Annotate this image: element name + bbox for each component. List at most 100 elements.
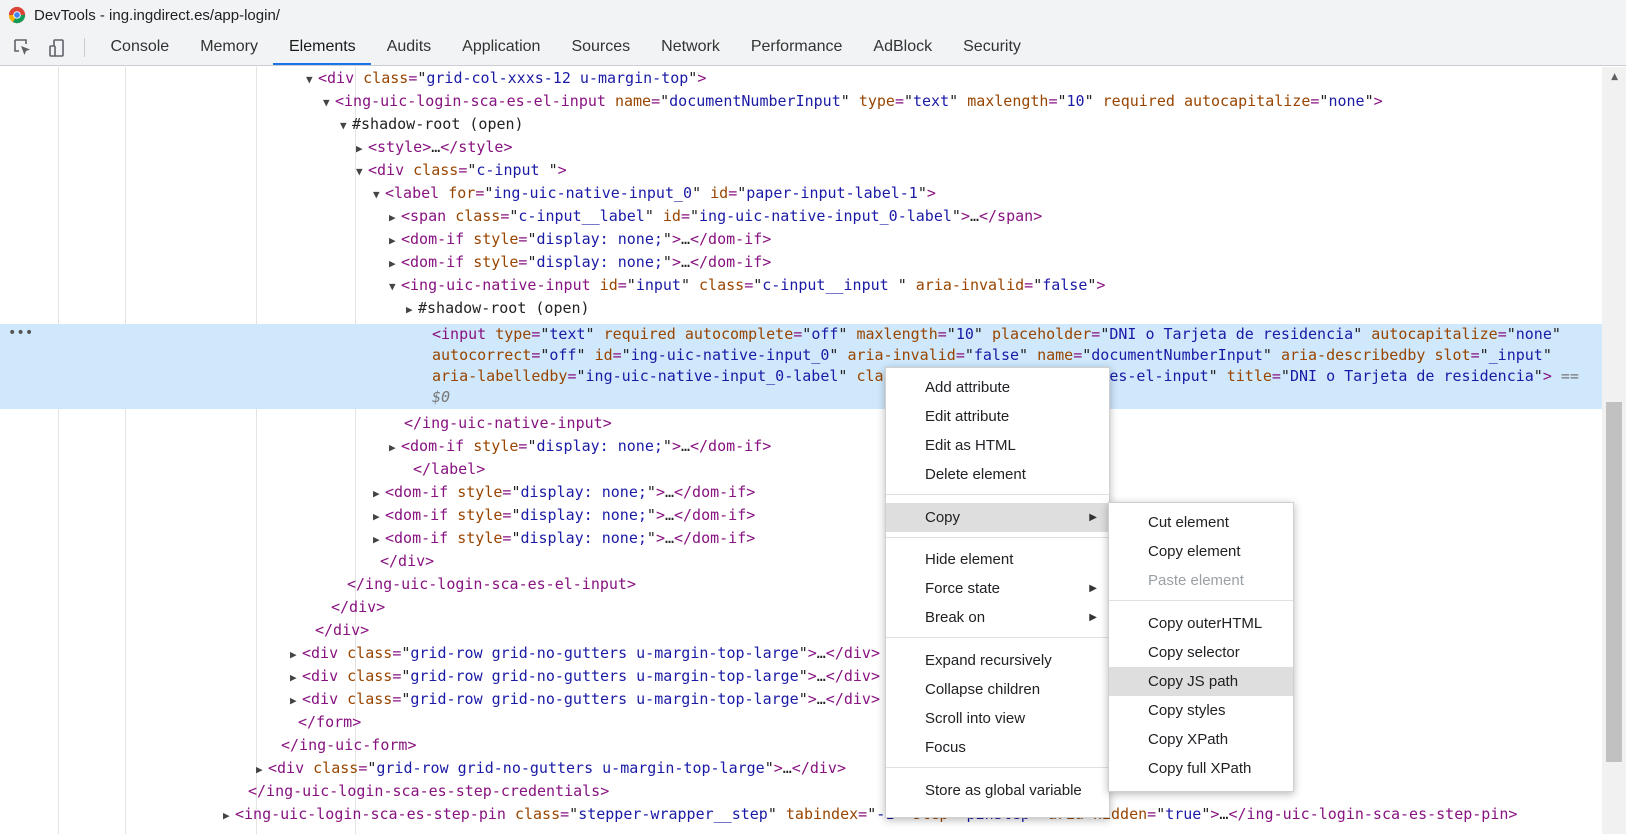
menu-separator: [886, 494, 1109, 495]
menu-item-add-attribute[interactable]: Add attribute: [886, 373, 1109, 402]
toolbar-divider: [84, 38, 85, 57]
elements-tree: ••• ▼ <div class="grid-col-xxxs-12 u-marg…: [0, 67, 1602, 834]
dom-node-line[interactable]: ▶ <span class="c-input__label" id="ing-ui…: [389, 205, 1042, 228]
tab-performance[interactable]: Performance: [735, 30, 858, 65]
dom-node-line[interactable]: ▶ #shadow-root (open): [406, 297, 590, 320]
tab-memory[interactable]: Memory: [185, 30, 274, 65]
collapse-triangle-icon[interactable]: ▼: [306, 68, 318, 91]
collapse-triangle-icon[interactable]: ▼: [340, 114, 352, 137]
dom-node-line[interactable]: </ing-uic-login-sca-es-step-credentials>: [248, 780, 609, 803]
expand-triangle-icon[interactable]: ▶: [406, 298, 418, 321]
tab-elements[interactable]: Elements: [273, 30, 372, 65]
chrome-icon: [8, 6, 26, 24]
dom-node-line[interactable]: </label>: [413, 458, 485, 481]
devtools-toolbar: Console Memory Elements Audits Applicati…: [0, 30, 1626, 66]
dom-node-line[interactable]: </ing-uic-login-sca-es-el-input>: [347, 573, 636, 596]
menu-item-edit-as-html[interactable]: Edit as HTML: [886, 431, 1109, 460]
dom-node-line[interactable]: ▶ <div class="grid-row grid-no-gutters u-…: [290, 642, 880, 665]
menu-item-paste-element: Paste element: [1148, 572, 1244, 589]
menu-separator: [1109, 600, 1293, 601]
menu-item-copy-js-path[interactable]: Copy JS path: [1109, 667, 1293, 696]
menu-separator: [886, 637, 1109, 638]
submenu-arrow-icon: ▶: [1089, 583, 1097, 594]
dom-node-line[interactable]: ▼ <ing-uic-native-input id="input" class=…: [389, 274, 1105, 297]
dom-node-line[interactable]: ▶ <dom-if style="display: none;">…</dom-i…: [389, 228, 771, 251]
menu-item-store-as-global-variable[interactable]: Store as global variable: [886, 776, 1109, 805]
dom-node-line[interactable]: ▶ <dom-if style="display: none;">…</dom-i…: [389, 435, 771, 458]
menu-item-cut-element[interactable]: Cut element: [1109, 508, 1293, 537]
menu-item-edit-attribute[interactable]: Edit attribute: [886, 402, 1109, 431]
scroll-up-arrow-icon[interactable]: ▲: [1611, 72, 1618, 82]
menu-item-collapse-children[interactable]: Collapse children: [886, 675, 1109, 704]
collapse-triangle-icon[interactable]: ▼: [323, 91, 335, 114]
expand-triangle-icon[interactable]: ▶: [389, 252, 401, 275]
menu-item-copy-full-xpath[interactable]: Copy full XPath: [1109, 754, 1293, 783]
expand-triangle-icon[interactable]: ▶: [290, 666, 302, 689]
expand-triangle-icon[interactable]: ▶: [373, 482, 385, 505]
submenu-arrow-icon: ▶: [1089, 612, 1097, 623]
dom-node-line[interactable]: ▼ <div class="grid-col-xxxs-12 u-margin-t…: [306, 67, 706, 90]
dom-node-line[interactable]: ▶ <dom-if style="display: none;">…</dom-i…: [373, 527, 755, 550]
menu-item-copy-outerhtml[interactable]: Copy outerHTML: [1109, 609, 1293, 638]
dom-node-line[interactable]: </ing-uic-native-input>: [404, 412, 612, 435]
collapse-triangle-icon[interactable]: ▼: [356, 160, 368, 183]
collapse-triangle-icon[interactable]: ▼: [389, 275, 401, 298]
device-toolbar-icon[interactable]: [40, 30, 74, 65]
menu-item-break-on[interactable]: Break on ▶: [886, 603, 1109, 632]
menu-item-copy-selector[interactable]: Copy selector: [1109, 638, 1293, 667]
tab-network[interactable]: Network: [646, 30, 736, 65]
vertical-scrollbar[interactable]: ▲: [1602, 67, 1626, 834]
dom-node-line[interactable]: ▶ <div class="grid-row grid-no-gutters u-…: [290, 665, 880, 688]
context-menu: Add attribute Edit attribute Edit as HTM…: [885, 367, 1110, 818]
dom-node-line[interactable]: ▶ <ing-uic-login-sca-es-step-pin class="s…: [223, 803, 1517, 826]
tab-security[interactable]: Security: [948, 30, 1037, 65]
indent-guide: [125, 67, 126, 834]
inspect-element-icon[interactable]: [6, 30, 40, 65]
expand-triangle-icon[interactable]: ▶: [356, 137, 368, 160]
tab-adblock[interactable]: AdBlock: [858, 30, 948, 65]
dom-node-line[interactable]: </div>: [331, 596, 385, 619]
expand-triangle-icon[interactable]: ▶: [290, 643, 302, 666]
menu-item-focus[interactable]: Focus: [886, 733, 1109, 762]
menu-item-copy-xpath[interactable]: Copy XPath: [1109, 725, 1293, 754]
dom-node-line[interactable]: </ing-uic-form>: [281, 734, 416, 757]
window-title: DevTools - ing.ingdirect.es/app-login/: [34, 6, 280, 24]
menu-item-copy-styles[interactable]: Copy styles: [1109, 696, 1293, 725]
dom-node-line[interactable]: ▼ <label for="ing-uic-native-input_0" id=…: [373, 182, 936, 205]
expand-triangle-icon[interactable]: ▶: [373, 505, 385, 528]
menu-item-scroll-into-view[interactable]: Scroll into view: [886, 704, 1109, 733]
tab-application[interactable]: Application: [447, 30, 556, 65]
expand-triangle-icon[interactable]: ▶: [256, 758, 268, 781]
dom-node-line[interactable]: ▶ <style>…</style>: [356, 136, 513, 159]
dom-node-line[interactable]: ▶ <dom-if style="display: none;">…</dom-i…: [373, 481, 755, 504]
dom-node-line[interactable]: </div>: [380, 550, 434, 573]
dom-node-line[interactable]: ▼ #shadow-root (open): [340, 113, 524, 136]
expand-triangle-icon[interactable]: ▶: [290, 689, 302, 712]
menu-item-force-state[interactable]: Force state ▶: [886, 574, 1109, 603]
menu-item-hide-element[interactable]: Hide element: [886, 545, 1109, 574]
dom-node-line[interactable]: ▶ <div class="grid-row grid-no-gutters u-…: [256, 757, 846, 780]
dom-node-line[interactable]: ▼ <div class="c-input ">: [356, 159, 567, 182]
dom-node-line[interactable]: </div>: [315, 619, 369, 642]
menu-item-copy-element[interactable]: Copy element: [1109, 537, 1293, 566]
expand-triangle-icon[interactable]: ▶: [389, 229, 401, 252]
indent-guide: [256, 67, 257, 834]
dom-node-line[interactable]: </form>: [298, 711, 361, 734]
node-actions-dots[interactable]: •••: [8, 325, 33, 341]
dom-node-line[interactable]: ▼ <ing-uic-login-sca-es-el-input name="do…: [323, 90, 1383, 113]
expand-triangle-icon[interactable]: ▶: [389, 206, 401, 229]
tab-audits[interactable]: Audits: [371, 30, 446, 65]
expand-triangle-icon[interactable]: ▶: [389, 436, 401, 459]
collapse-triangle-icon[interactable]: ▼: [373, 183, 385, 206]
menu-item-expand-recursively[interactable]: Expand recursively: [886, 646, 1109, 675]
tab-console[interactable]: Console: [95, 30, 185, 65]
expand-triangle-icon[interactable]: ▶: [373, 528, 385, 551]
dom-node-line[interactable]: ▶ <dom-if style="display: none;">…</dom-i…: [373, 504, 755, 527]
scrollbar-thumb[interactable]: [1606, 402, 1622, 762]
dom-node-line[interactable]: ▶ <div class="grid-row grid-no-gutters u-…: [290, 688, 880, 711]
expand-triangle-icon[interactable]: ▶: [223, 804, 235, 827]
tab-sources[interactable]: Sources: [556, 30, 646, 65]
menu-item-copy[interactable]: Copy ▶: [886, 503, 1109, 532]
dom-node-line[interactable]: ▶ <dom-if style="display: none;">…</dom-i…: [389, 251, 771, 274]
menu-item-delete-element[interactable]: Delete element: [886, 460, 1109, 489]
